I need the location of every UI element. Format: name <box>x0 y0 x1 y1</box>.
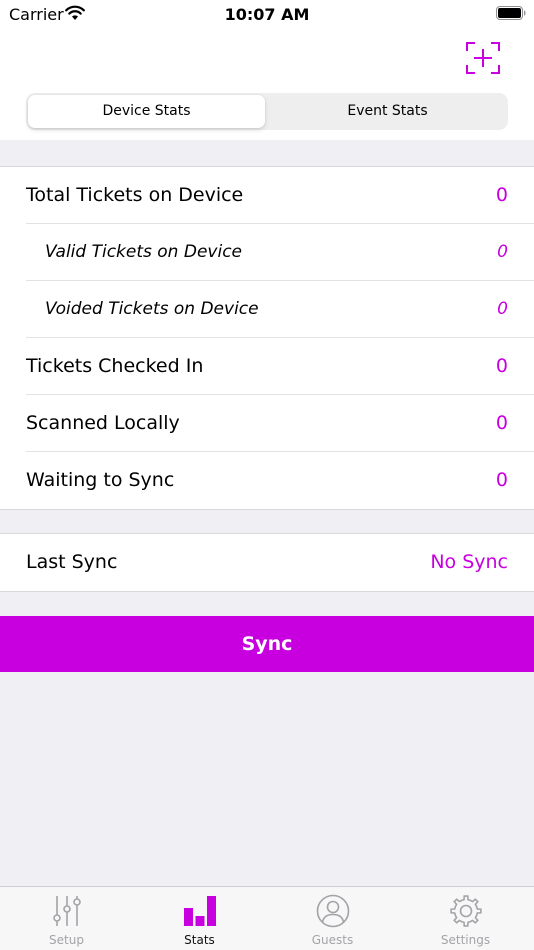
tab-label: Settings <box>440 933 491 947</box>
stat-value: 0 <box>497 242 508 262</box>
stat-label: Waiting to Sync <box>26 469 175 491</box>
list-item: Waiting to Sync 0 <box>0 452 534 509</box>
list-item: Valid Tickets on Device 0 <box>0 224 534 281</box>
add-scan-button[interactable] <box>466 42 500 74</box>
bar-chart-icon <box>183 896 216 926</box>
tab-label: Setup <box>49 933 84 947</box>
stat-value: 0 <box>495 412 508 434</box>
tab-stats[interactable]: Stats <box>133 887 266 950</box>
sliders-icon <box>52 896 81 926</box>
tab-label: Stats <box>184 933 215 947</box>
status-bar: Carrier 10:07 AM <box>0 0 534 28</box>
stat-value: 0 <box>495 469 508 491</box>
list-item: Voided Tickets on Device 0 <box>0 281 534 338</box>
tab-settings[interactable]: Settings <box>399 887 532 950</box>
segment-event-stats[interactable]: Event Stats <box>269 95 506 128</box>
stat-label: Scanned Locally <box>26 412 180 434</box>
stat-label: Voided Tickets on Device <box>45 299 259 319</box>
last-sync-section: Last Sync No Sync <box>0 533 534 592</box>
clock: 10:07 AM <box>224 5 310 24</box>
last-sync-label: Last Sync <box>26 551 118 573</box>
sync-button[interactable]: Sync <box>0 616 534 672</box>
device-stats-list: Total Tickets on Device 0 Valid Tickets … <box>0 166 534 510</box>
gear-icon <box>449 895 482 927</box>
stat-value: 0 <box>495 355 508 377</box>
stat-label: Total Tickets on Device <box>26 184 244 206</box>
battery-icon <box>496 6 526 20</box>
stat-label: Valid Tickets on Device <box>45 242 243 262</box>
stat-value: 0 <box>497 299 508 319</box>
last-sync-row: Last Sync No Sync <box>0 534 534 591</box>
stats-segmented-control: Device Stats Event Stats <box>26 93 508 130</box>
person-circle-icon <box>316 894 349 928</box>
stat-label: Tickets Checked In <box>26 355 204 377</box>
tab-bar: Setup Stats Guests Settings <box>0 886 534 950</box>
tab-label: Guests <box>311 933 354 947</box>
segment-device-stats[interactable]: Device Stats <box>28 95 265 128</box>
list-item: Scanned Locally 0 <box>0 395 534 452</box>
tab-setup[interactable]: Setup <box>0 887 133 950</box>
tab-guests[interactable]: Guests <box>266 887 399 950</box>
last-sync-value: No Sync <box>430 551 508 573</box>
stat-value: 0 <box>495 184 508 206</box>
list-item: Total Tickets on Device 0 <box>0 167 534 224</box>
list-item: Tickets Checked In 0 <box>0 338 534 395</box>
header-area: Carrier 10:07 AM Device Stats Event Stat… <box>0 0 534 140</box>
